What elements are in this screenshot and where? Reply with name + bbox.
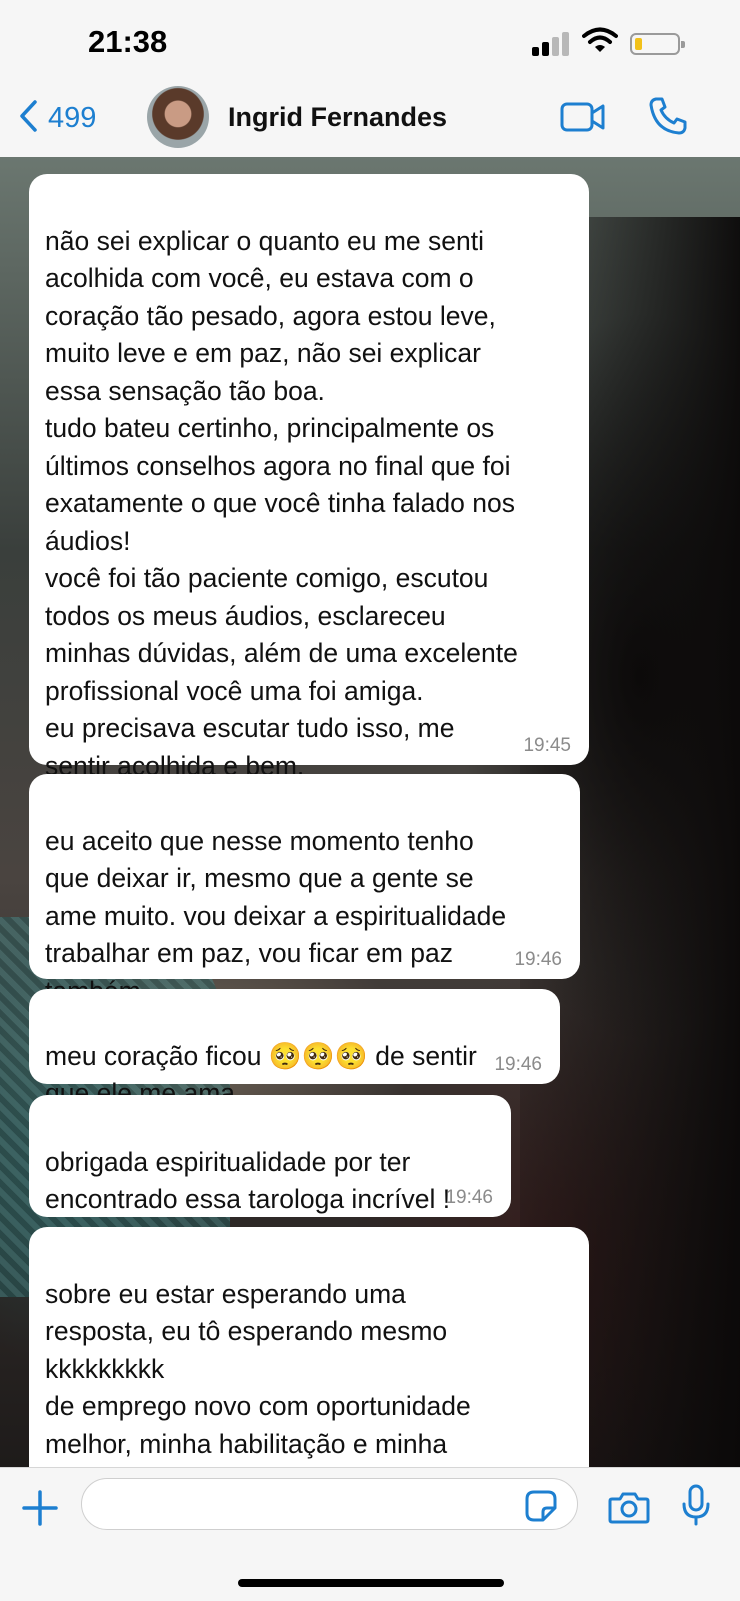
message-time: 19:46 (514, 949, 562, 970)
message-input[interactable] (81, 1478, 578, 1530)
sticker-icon (525, 1490, 557, 1526)
message-bubble[interactable]: obrigada espiritualidade por ter encontr… (29, 1095, 511, 1217)
chevron-left-icon (18, 99, 38, 138)
message-bubble[interactable]: não sei explicar o quanto eu me senti ac… (29, 174, 589, 781)
video-call-button[interactable] (560, 100, 606, 134)
home-indicator[interactable] (238, 1579, 504, 1587)
status-bar: 21:38 (0, 0, 740, 88)
message-bubble[interactable]: sobre eu estar esperando uma resposta, e… (29, 1227, 589, 1467)
camera-button[interactable] (608, 1490, 650, 1524)
status-time: 21:38 (88, 24, 168, 59)
attach-button[interactable] (22, 1490, 58, 1526)
unread-count: 499 (48, 101, 97, 134)
voice-call-button[interactable] (648, 96, 688, 136)
message-time: 19:46 (494, 1054, 542, 1075)
phone-icon (648, 97, 688, 140)
plus-icon (22, 1490, 58, 1530)
message-time: 19:45 (523, 735, 571, 756)
message-text: obrigada espiritualidade por ter encontr… (45, 1146, 451, 1215)
camera-icon (608, 1492, 650, 1528)
avatar[interactable] (147, 86, 209, 148)
message-bubble[interactable]: eu aceito que nesse momento tenho que de… (29, 774, 580, 1006)
message-text: sobre eu estar esperando uma resposta, e… (45, 1278, 516, 1468)
microphone-button[interactable] (682, 1484, 710, 1526)
wifi-icon (582, 26, 618, 54)
back-button[interactable]: 499 (18, 96, 96, 140)
battery-icon (630, 33, 685, 55)
video-camera-icon (560, 102, 606, 138)
message-text: não sei explicar o quanto eu me senti ac… (45, 225, 518, 781)
message-input-bar (0, 1467, 740, 1601)
cellular-signal-icon (532, 30, 572, 56)
microphone-icon (682, 1484, 710, 1530)
message-bubble[interactable]: meu coração ficou 🥺🥺🥺 de sentir que ele … (29, 989, 560, 1108)
message-text: eu aceito que nesse momento tenho que de… (45, 825, 507, 1006)
message-time: 19:46 (445, 1187, 493, 1208)
sticker-button[interactable] (525, 1490, 557, 1522)
chat-header: 499 Ingrid Fernandes (0, 86, 740, 158)
contact-name[interactable]: Ingrid Fernandes (228, 102, 447, 133)
message-list[interactable]: não sei explicar o quanto eu me senti ac… (0, 157, 740, 1467)
